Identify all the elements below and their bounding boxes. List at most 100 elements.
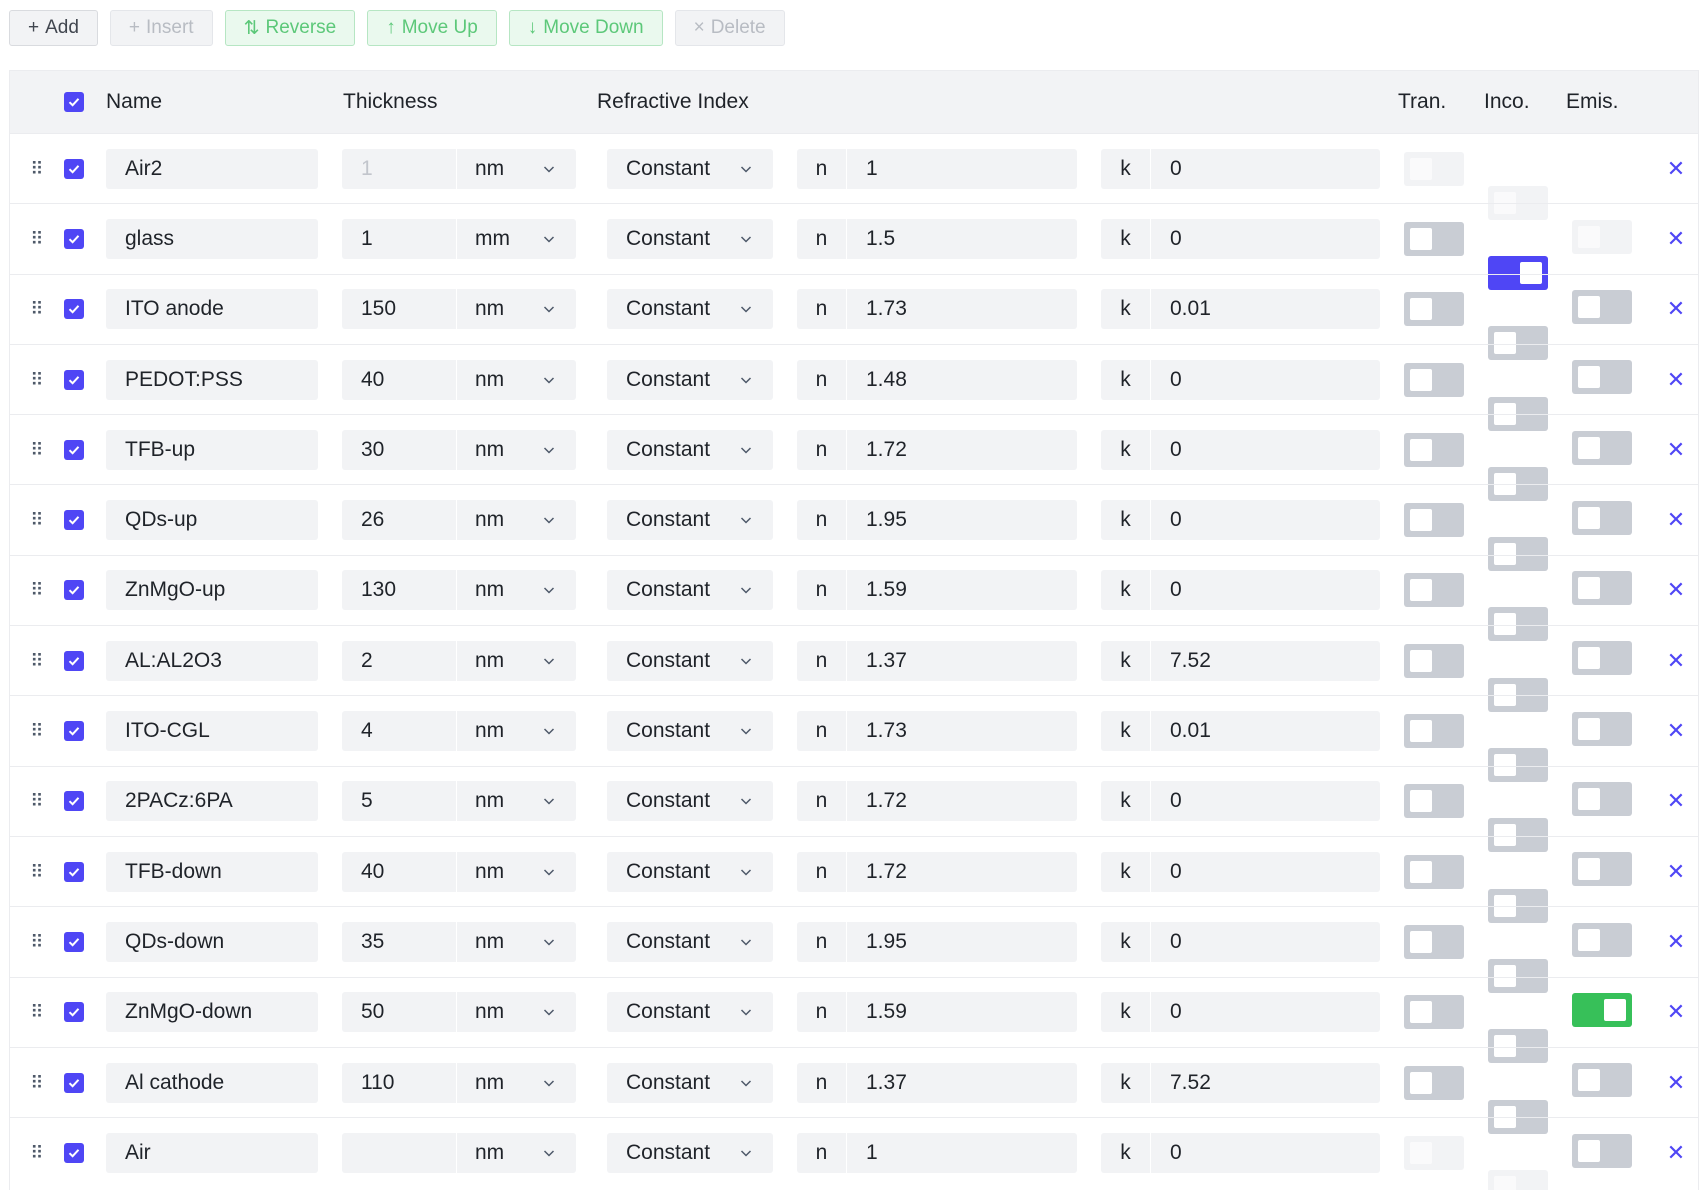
drag-handle-icon[interactable]: ⠿ [28, 509, 44, 531]
tran-toggle[interactable] [1404, 362, 1464, 397]
thickness-input[interactable]: 1 [342, 218, 457, 259]
n-input[interactable]: 1.59 [847, 578, 907, 602]
row-checkbox[interactable] [64, 1072, 84, 1093]
thickness-input[interactable]: 4 [342, 711, 457, 752]
layer-name-input[interactable]: Air2 [106, 148, 318, 189]
layer-name-input[interactable]: ZnMgO-up [106, 570, 318, 611]
row-checkbox[interactable] [64, 791, 84, 812]
unit-select[interactable]: nm [457, 719, 576, 743]
delete-row-icon[interactable]: ✕ [1666, 509, 1686, 531]
thickness-input[interactable]: 35 [342, 921, 457, 962]
drag-handle-icon[interactable]: ⠿ [28, 439, 44, 461]
delete-row-icon[interactable]: ✕ [1666, 368, 1686, 390]
add-button[interactable]: + Add [9, 10, 98, 46]
layer-name-input[interactable]: ITO anode [106, 289, 318, 330]
tran-toggle[interactable] [1404, 503, 1464, 538]
unit-select[interactable]: nm [457, 508, 576, 532]
row-checkbox[interactable] [64, 721, 84, 742]
delete-row-icon[interactable]: ✕ [1666, 1141, 1686, 1163]
n-input[interactable]: 1.37 [847, 649, 907, 673]
drag-handle-icon[interactable]: ⠿ [28, 931, 44, 953]
drag-handle-icon[interactable]: ⠿ [28, 720, 44, 742]
thickness-input[interactable]: 150 [342, 289, 457, 330]
k-input[interactable]: 0 [1151, 789, 1182, 813]
layer-name-input[interactable]: glass [106, 218, 318, 259]
tran-toggle[interactable] [1404, 151, 1464, 186]
delete-row-icon[interactable]: ✕ [1666, 1001, 1686, 1023]
thickness-input[interactable]: 110 [342, 1062, 457, 1103]
unit-select[interactable]: nm [457, 1071, 576, 1095]
delete-row-icon[interactable]: ✕ [1666, 438, 1686, 460]
drag-handle-icon[interactable]: ⠿ [28, 369, 44, 391]
layer-name-input[interactable]: AL:AL2O3 [106, 640, 318, 681]
unit-select[interactable]: nm [457, 578, 576, 602]
layer-name-input[interactable]: ZnMgO-down [106, 992, 318, 1033]
n-input[interactable]: 1.5 [847, 227, 895, 251]
delete-row-icon[interactable]: ✕ [1666, 860, 1686, 882]
inco-toggle[interactable] [1488, 1169, 1548, 1190]
thickness-input[interactable]: 50 [342, 992, 457, 1033]
refractive-model-select[interactable]: Constant [607, 711, 773, 752]
n-input[interactable]: 1.73 [847, 719, 907, 743]
delete-row-icon[interactable]: ✕ [1666, 790, 1686, 812]
k-input[interactable]: 0.01 [1151, 719, 1211, 743]
n-input[interactable]: 1.95 [847, 508, 907, 532]
reverse-button[interactable]: ⇅ Reverse [224, 10, 356, 46]
row-checkbox[interactable] [64, 650, 84, 671]
row-checkbox[interactable] [64, 369, 84, 390]
tran-toggle[interactable] [1404, 714, 1464, 749]
n-input[interactable]: 1 [847, 1141, 878, 1165]
thickness-input[interactable]: 5 [342, 781, 457, 822]
refractive-model-select[interactable]: Constant [607, 148, 773, 189]
n-input[interactable]: 1.72 [847, 789, 907, 813]
unit-select[interactable]: nm [457, 930, 576, 954]
k-input[interactable]: 0 [1151, 157, 1182, 181]
drag-handle-icon[interactable]: ⠿ [28, 650, 44, 672]
unit-select[interactable]: nm [457, 157, 576, 181]
drag-handle-icon[interactable]: ⠿ [28, 579, 44, 601]
row-checkbox[interactable] [64, 580, 84, 601]
row-checkbox[interactable] [64, 228, 84, 249]
n-input[interactable]: 1.48 [847, 368, 907, 392]
refractive-model-select[interactable]: Constant [607, 500, 773, 541]
thickness-input[interactable]: 130 [342, 570, 457, 611]
delete-row-icon[interactable]: ✕ [1666, 930, 1686, 952]
delete-row-icon[interactable]: ✕ [1666, 579, 1686, 601]
layer-name-input[interactable]: QDs-down [106, 921, 318, 962]
refractive-model-select[interactable]: Constant [607, 1062, 773, 1103]
tran-toggle[interactable] [1404, 924, 1464, 959]
row-checkbox[interactable] [64, 510, 84, 531]
tran-toggle[interactable] [1404, 854, 1464, 889]
n-input[interactable]: 1.59 [847, 1000, 907, 1024]
row-checkbox[interactable] [64, 1142, 84, 1163]
unit-select[interactable]: nm [457, 438, 576, 462]
drag-handle-icon[interactable]: ⠿ [28, 1072, 44, 1094]
tran-toggle[interactable] [1404, 643, 1464, 678]
k-input[interactable]: 0 [1151, 1141, 1182, 1165]
drag-handle-icon[interactable]: ⠿ [28, 1001, 44, 1023]
unit-select[interactable]: nm [457, 297, 576, 321]
layer-name-input[interactable]: PEDOT:PSS [106, 359, 318, 400]
k-input[interactable]: 0.01 [1151, 297, 1211, 321]
n-input[interactable]: 1.72 [847, 860, 907, 884]
row-checkbox[interactable] [64, 158, 84, 179]
layer-name-input[interactable]: QDs-up [106, 500, 318, 541]
n-input[interactable]: 1.73 [847, 297, 907, 321]
k-input[interactable]: 0 [1151, 368, 1182, 392]
n-input[interactable]: 1.37 [847, 1071, 907, 1095]
layer-name-input[interactable]: TFB-down [106, 851, 318, 892]
row-checkbox[interactable] [64, 1002, 84, 1023]
unit-select[interactable]: nm [457, 860, 576, 884]
refractive-model-select[interactable]: Constant [607, 1132, 773, 1173]
delete-row-icon[interactable]: ✕ [1666, 649, 1686, 671]
refractive-model-select[interactable]: Constant [607, 570, 773, 611]
drag-handle-icon[interactable]: ⠿ [28, 790, 44, 812]
tran-toggle[interactable] [1404, 432, 1464, 467]
n-input[interactable]: 1.95 [847, 930, 907, 954]
thickness-input[interactable]: 26 [342, 500, 457, 541]
k-input[interactable]: 7.52 [1151, 649, 1211, 673]
refractive-model-select[interactable]: Constant [607, 851, 773, 892]
refractive-model-select[interactable]: Constant [607, 640, 773, 681]
thickness-input[interactable] [342, 1132, 457, 1173]
select-all-checkbox[interactable] [64, 92, 84, 112]
